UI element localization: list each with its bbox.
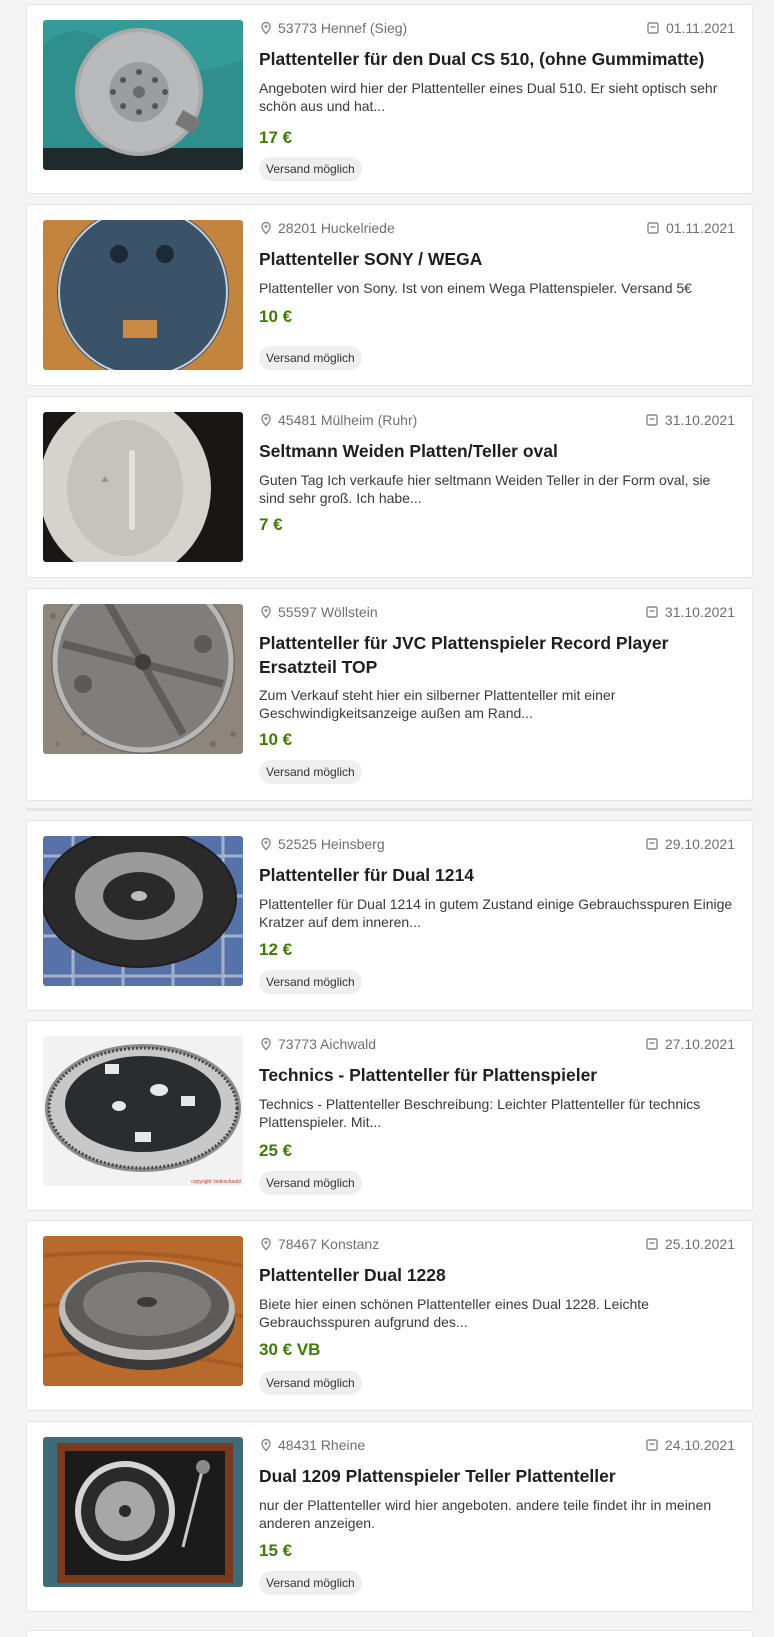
listing-price: 10 € — [259, 307, 293, 326]
listing-price: 7 € — [259, 515, 283, 534]
map-pin-icon — [259, 413, 273, 427]
shipping-badge: Versand möglich — [259, 157, 362, 181]
listing-description: nur der Plattenteller wird hier angebote… — [259, 1497, 712, 1531]
listing-title[interactable]: Plattenteller für den Dual CS 510, (ohne… — [259, 47, 735, 71]
shipping-badge: Versand möglich — [259, 346, 362, 370]
listing-date: 31.10.2021 — [645, 604, 735, 620]
listing-description: Zum Verkauf steht hier ein silberner Pla… — [259, 687, 616, 721]
listing-title[interactable]: Technics - Plattenteller für Plattenspie… — [259, 1063, 735, 1087]
listing-price: 15 € — [259, 1541, 293, 1560]
location-text: 48431 Rheine — [278, 1437, 366, 1453]
date-text: 27.10.2021 — [664, 1036, 735, 1052]
listing-description: Technics - Plattenteller Beschreibung: L… — [259, 1096, 701, 1130]
calendar-icon — [645, 605, 659, 619]
listing-location: 52525 Heinsberg — [259, 836, 385, 852]
listing-image[interactable] — [43, 1236, 243, 1386]
listing-location: 45481 Mülheim (Ruhr) — [259, 412, 417, 428]
map-pin-icon — [259, 837, 273, 851]
date-text: 24.10.2021 — [664, 1437, 735, 1453]
listing-description: Plattenteller von Sony. Ist von einem We… — [259, 280, 692, 296]
listing-card[interactable]: 53773 Hennef (Sieg) 01.11.2021 Plattente… — [26, 4, 753, 194]
map-pin-icon — [259, 21, 273, 35]
listing-title[interactable]: Plattenteller für Dual 1214 — [259, 863, 735, 887]
location-text: 45481 Mülheim (Ruhr) — [278, 412, 418, 428]
listing-location: 73773 Aichwald — [259, 1036, 376, 1052]
location-text: 52525 Heinsberg — [278, 836, 385, 852]
listing-card[interactable]: 78467 Konstanz 25.10.2021 Plattenteller … — [26, 1220, 753, 1411]
listing-location: 48431 Rheine — [259, 1437, 365, 1453]
listing-location: 53773 Hennef (Sieg) — [259, 20, 407, 36]
calendar-icon — [645, 413, 659, 427]
listing-title[interactable]: Plattenteller SONY / WEGA — [259, 247, 735, 271]
listing-image[interactable] — [43, 20, 243, 170]
map-pin-icon — [259, 605, 273, 619]
listing-results: 53773 Hennef (Sieg) 01.11.2021 Plattente… — [0, 0, 774, 1637]
shipping-badge: Versand möglich — [259, 1571, 362, 1595]
map-pin-icon — [259, 1438, 273, 1452]
listing-price: 10 € — [259, 730, 293, 749]
listing-date: 31.10.2021 — [645, 412, 735, 428]
listing-description: Angeboten wird hier der Plattenteller ei… — [259, 80, 718, 114]
listing-date: 29.10.2021 — [645, 836, 735, 852]
listing-title[interactable]: Dual 1209 Plattenspieler Teller Plattent… — [259, 1464, 735, 1488]
location-text: 78467 Konstanz — [278, 1236, 380, 1252]
calendar-icon — [645, 837, 659, 851]
date-text: 01.11.2021 — [665, 20, 735, 36]
calendar-icon — [645, 1237, 659, 1251]
listing-location: 55597 Wöllstein — [259, 604, 378, 620]
listing-description: Guten Tag Ich verkaufe hier seltmann Wei… — [259, 472, 711, 506]
listing-image[interactable] — [43, 604, 243, 754]
shipping-badge: Versand möglich — [259, 1171, 362, 1195]
shipping-badge: Versand möglich — [259, 1371, 362, 1395]
location-text: 53773 Hennef (Sieg) — [278, 20, 408, 36]
listing-description: Biete hier einen schönen Plattenteller e… — [259, 1296, 649, 1330]
listing-image[interactable] — [43, 836, 243, 986]
listing-title[interactable]: Plattenteller Dual 1228 — [259, 1263, 735, 1287]
calendar-icon — [646, 21, 660, 35]
location-text: 55597 Wöllstein — [278, 604, 378, 620]
listing-image[interactable] — [43, 412, 243, 562]
listing-card[interactable]: 28201 Huckelriede 01.11.2021 Plattentell… — [26, 204, 753, 386]
location-text: 28201 Huckelriede — [278, 220, 395, 236]
listing-date: 24.10.2021 — [645, 1437, 735, 1453]
listing-image[interactable] — [43, 220, 243, 370]
listing-image[interactable]: copyright: bideschaubi — [43, 1036, 243, 1186]
listing-location: 28201 Huckelriede — [259, 220, 395, 236]
listing-price: 12 € — [259, 940, 293, 959]
listing-description: Plattenteller für Dual 1214 in gutem Zus… — [259, 896, 733, 930]
date-text: 25.10.2021 — [664, 1236, 735, 1252]
location-text: 73773 Aichwald — [278, 1036, 377, 1052]
listing-card[interactable]: copyright: bideschaubi 73773 Aichwald 27… — [26, 1020, 753, 1211]
image-watermark: copyright: bideschaubi — [191, 1179, 241, 1185]
listing-card[interactable]: 48431 Rheine 24.10.2021 Dual 1209 Platte… — [26, 1421, 753, 1612]
date-text: 31.10.2021 — [664, 604, 735, 620]
listing-image[interactable] — [43, 1437, 243, 1587]
listing-card[interactable]: 55597 Wöllstein 31.10.2021 Plattenteller… — [26, 588, 753, 801]
listing-date: 01.11.2021 — [646, 20, 735, 36]
date-text: 01.11.2021 — [665, 220, 735, 236]
listing-price: 30 € VB — [259, 1340, 321, 1359]
listing-date: 01.11.2021 — [646, 220, 735, 236]
date-text: 31.10.2021 — [664, 412, 735, 428]
calendar-icon — [645, 1037, 659, 1051]
section-divider — [26, 808, 753, 811]
listing-card-partial[interactable] — [26, 1630, 753, 1637]
listing-price: 17 € — [259, 128, 293, 147]
listing-date: 25.10.2021 — [645, 1236, 735, 1252]
shipping-badge: Versand möglich — [259, 760, 362, 784]
listing-title[interactable]: Seltmann Weiden Platten/Teller oval — [259, 439, 735, 463]
listing-card[interactable]: 45481 Mülheim (Ruhr) 31.10.2021 Seltmann… — [26, 396, 753, 578]
shipping-badge: Versand möglich — [259, 970, 362, 994]
map-pin-icon — [259, 1237, 273, 1251]
map-pin-icon — [259, 221, 273, 235]
listing-price: 25 € — [259, 1141, 293, 1160]
listing-card[interactable]: 52525 Heinsberg 29.10.2021 Plattenteller… — [26, 820, 753, 1011]
listing-location: 78467 Konstanz — [259, 1236, 379, 1252]
calendar-icon — [646, 221, 660, 235]
map-pin-icon — [259, 1037, 273, 1051]
date-text: 29.10.2021 — [664, 836, 735, 852]
listing-date: 27.10.2021 — [645, 1036, 735, 1052]
calendar-icon — [645, 1438, 659, 1452]
listing-title[interactable]: Plattenteller für JVC Plattenspieler Rec… — [259, 631, 735, 679]
